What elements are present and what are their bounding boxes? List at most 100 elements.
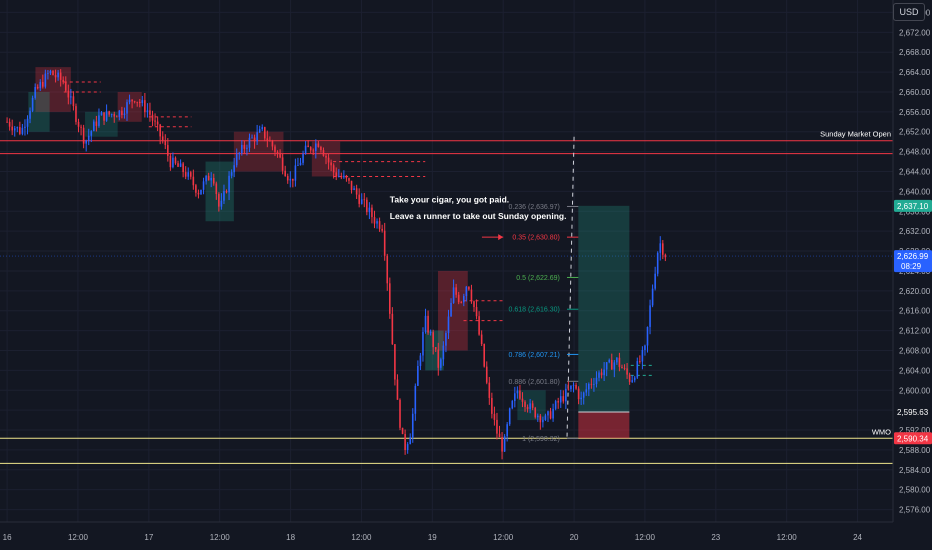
candle-body: [641, 350, 644, 362]
candle-body: [133, 101, 136, 103]
candle-body: [401, 427, 404, 435]
candle-body: [16, 127, 19, 129]
candle-body: [417, 366, 419, 386]
candle-body: [276, 151, 279, 154]
candle-body: [228, 175, 230, 193]
candle-body: [189, 172, 192, 177]
candle-body: [13, 128, 16, 131]
price-chart[interactable]: Sunday Market Open WMO 0.236 (2,636.97) 0.3…: [0, 0, 932, 550]
candle-body: [271, 141, 274, 147]
candle-body: [332, 165, 335, 173]
price-tick-label: 2,584.00: [899, 466, 931, 475]
price-tick-label: 2,576.00: [899, 506, 931, 515]
candle-body: [266, 138, 269, 141]
time-tick-label: 12:00: [68, 533, 89, 542]
candle-body: [389, 283, 391, 314]
candle-body: [452, 287, 455, 303]
candle-body: [378, 221, 381, 229]
candle-body: [243, 144, 246, 149]
candle-body: [159, 124, 161, 137]
time-tick-label: 18: [286, 533, 295, 542]
candle-body: [327, 157, 330, 163]
candle-body: [95, 121, 98, 126]
candle-body: [557, 401, 559, 403]
candle-body: [90, 131, 93, 136]
candle-body: [34, 86, 36, 98]
price-tick-label: 2,620.00: [899, 287, 931, 296]
candle-body: [498, 433, 501, 438]
sunday-open-label: Sunday Market Open: [820, 130, 891, 139]
candle-body: [506, 424, 508, 437]
time-tick-label: 24: [853, 533, 862, 542]
price-tick-label: 2,660.00: [899, 88, 931, 97]
candle-body: [182, 163, 184, 173]
fib-ratio: 0.236: [508, 204, 526, 211]
countdown-label: 08:29: [901, 262, 922, 271]
candle-body: [570, 385, 572, 390]
candle-body: [36, 86, 39, 89]
time-tick-label: 12:00: [777, 533, 798, 542]
candle-body: [554, 401, 557, 409]
candle-body: [256, 132, 258, 142]
candle-body: [100, 112, 103, 116]
candle-body: [317, 143, 320, 147]
candle-body: [98, 115, 100, 126]
candle-body: [644, 345, 646, 351]
fib-level-label: 0.786 (2,607.21): [508, 352, 559, 359]
candle-body: [70, 96, 72, 98]
candle-body: [246, 147, 248, 149]
zone-box: [28, 91, 50, 132]
candle-body: [565, 388, 567, 402]
candle-body: [628, 374, 631, 382]
candle-body: [274, 146, 276, 152]
candle-body: [121, 110, 123, 116]
candle-body: [440, 359, 442, 368]
candle-body: [536, 415, 539, 418]
candle-body: [345, 175, 348, 179]
candle-body: [391, 313, 394, 345]
fib-ratio: 0.886: [508, 379, 526, 386]
candle-body: [353, 188, 355, 191]
candle-body: [470, 289, 473, 302]
candle-body: [399, 399, 401, 428]
candle-body: [442, 345, 445, 360]
time-tick-label: 12:00: [351, 533, 372, 542]
candle-body: [424, 315, 427, 332]
candle-body: [511, 400, 514, 409]
position-stop-zone: [578, 411, 630, 439]
candle-body: [542, 419, 544, 423]
candle-body: [473, 301, 475, 308]
fib-level-label: 0.5 (2,622.69): [516, 275, 560, 282]
candle-body: [225, 191, 228, 193]
candle-body: [491, 397, 493, 414]
candle-body: [39, 81, 42, 89]
price-tick-label: 2,668.00: [899, 48, 931, 57]
candle-body: [57, 72, 59, 78]
fib-ratio: 0.35: [512, 235, 526, 242]
candle-body: [503, 436, 506, 452]
candle-body: [358, 194, 360, 204]
candle-body: [371, 207, 373, 218]
candle-body: [445, 333, 447, 346]
candle-body: [62, 79, 65, 83]
candle-body: [184, 172, 187, 177]
candle-body: [29, 110, 31, 119]
fib-price: 2,607.21: [530, 352, 557, 359]
candle-body: [315, 143, 317, 151]
candle-body: [355, 188, 358, 195]
candle-body: [447, 316, 450, 334]
candle-body: [212, 177, 215, 184]
price-tick-label: 2,664.00: [899, 68, 931, 77]
candle-body: [200, 189, 202, 195]
candle-body: [457, 294, 460, 303]
candle-body: [366, 199, 368, 213]
candle-body: [26, 118, 29, 127]
candle-body: [167, 145, 169, 156]
currency-button[interactable]: USD: [893, 3, 925, 21]
candle-body: [21, 127, 24, 134]
candle-body: [590, 383, 593, 385]
candle-body: [154, 120, 156, 122]
candle-body: [177, 163, 179, 167]
candle-body: [248, 137, 251, 148]
price-tag-label: 2,595.63: [897, 408, 929, 417]
